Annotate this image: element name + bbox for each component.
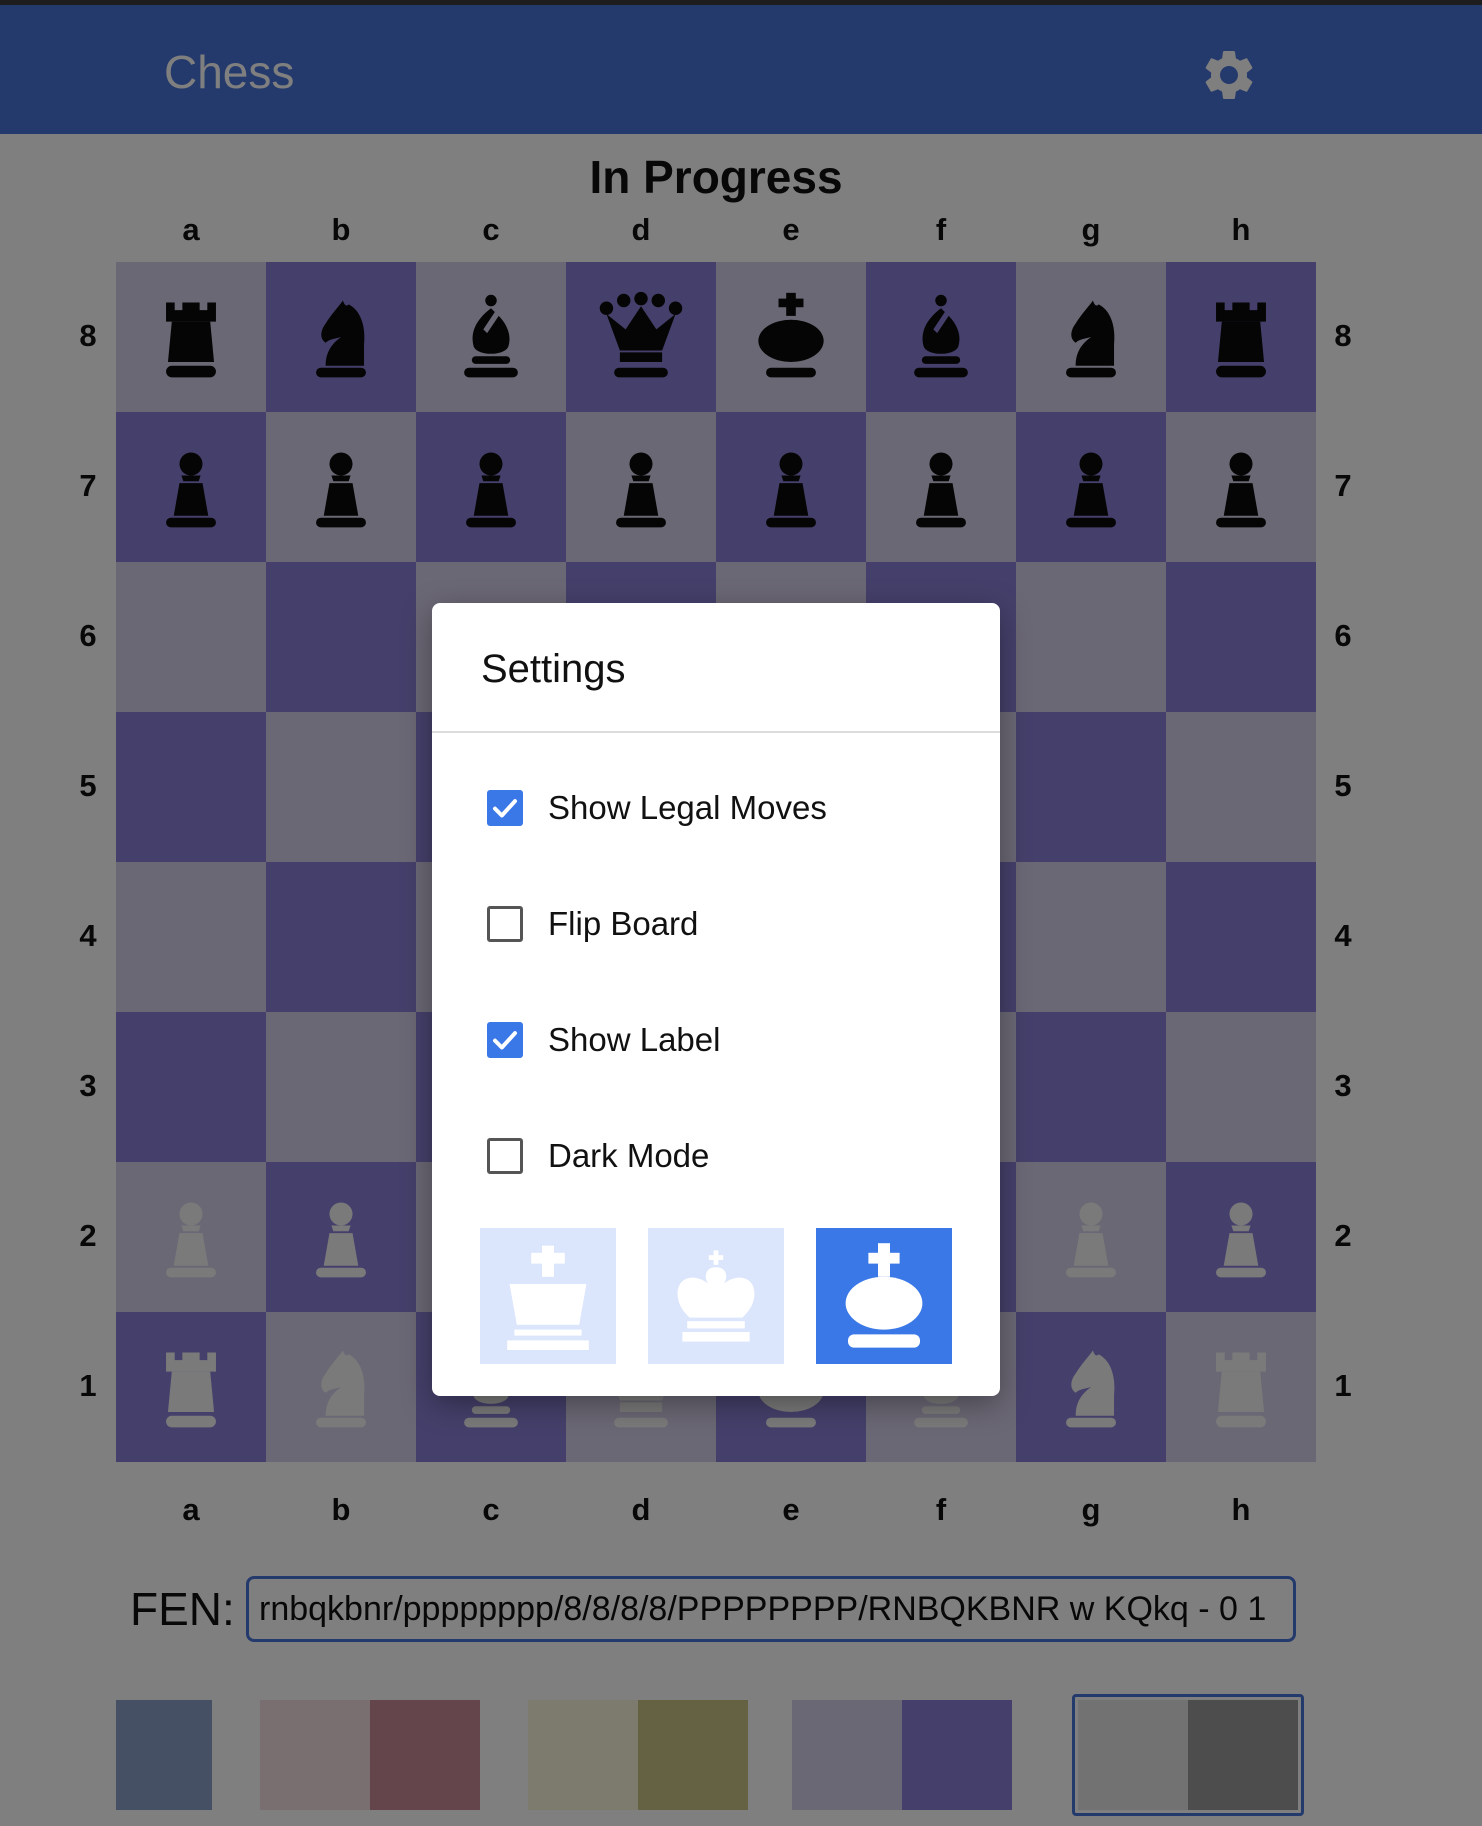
show-legal-moves-option[interactable]: Show Legal Moves [487, 786, 827, 830]
check-icon [493, 799, 517, 818]
piece-style-crown-button[interactable] [648, 1228, 784, 1364]
flip-board-option[interactable]: Flip Board [487, 902, 698, 946]
king-classic-icon [507, 1245, 589, 1350]
settings-modal: Settings Show Legal Moves Flip Board Sho… [432, 603, 1000, 1396]
king-solid-icon [845, 1243, 923, 1348]
show-label-label: Show Label [548, 1021, 721, 1058]
modal-divider [432, 731, 1000, 733]
dark-mode-option[interactable]: Dark Mode [487, 1134, 709, 1178]
flip-board-checkbox[interactable] [487, 906, 523, 942]
modal-title: Settings [481, 647, 626, 691]
show-label-checkbox[interactable] [487, 1022, 523, 1058]
modal-backdrop[interactable]: Settings Show Legal Moves Flip Board Sho… [0, 0, 1482, 1826]
show-label-option[interactable]: Show Label [487, 1018, 720, 1062]
king-crown-icon [677, 1250, 755, 1342]
dark-mode-label: Dark Mode [548, 1137, 710, 1174]
check-icon [493, 1031, 517, 1050]
piece-style-solid-button[interactable] [816, 1228, 952, 1364]
show-legal-moves-label: Show Legal Moves [548, 789, 827, 826]
flip-board-label: Flip Board [548, 905, 699, 942]
dark-mode-checkbox[interactable] [487, 1138, 523, 1174]
show-legal-moves-checkbox[interactable] [487, 790, 523, 826]
piece-style-classic-button[interactable] [480, 1228, 616, 1364]
